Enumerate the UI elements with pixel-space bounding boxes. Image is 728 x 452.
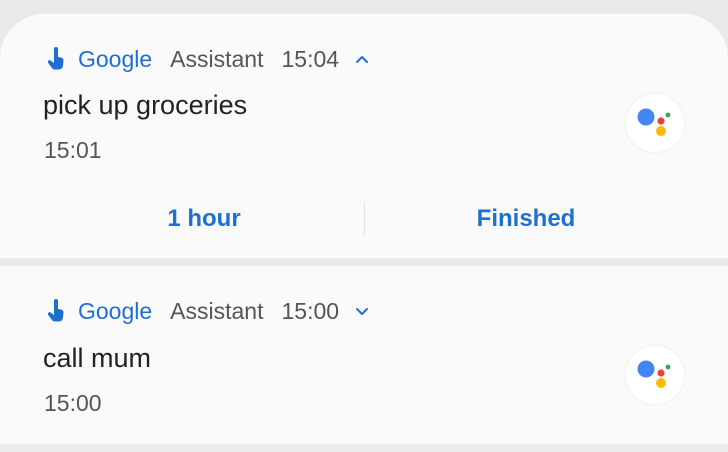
notification-subtime: 15:00 xyxy=(44,390,102,416)
notification-time: 15:00 xyxy=(281,297,340,324)
notification-title: call mum xyxy=(43,343,152,373)
app-name: Google xyxy=(78,297,153,324)
action-divider xyxy=(364,202,365,236)
notification-header: Google Assistant 15:00 xyxy=(44,296,371,326)
notification-card-call-mum[interactable]: Google Assistant 15:00 call mum 15:00 xyxy=(0,266,728,444)
notification-subtext: Assistant xyxy=(170,297,264,324)
notification-actions: 1 hour Finished xyxy=(0,194,728,244)
hand-pointer-icon xyxy=(44,298,68,324)
notification-card-pick-up-groceries[interactable]: Google Assistant 15:04 pick up groceries… xyxy=(0,14,728,258)
chevron-up-icon[interactable] xyxy=(353,50,371,68)
notification-subtime: 15:01 xyxy=(44,137,102,163)
notification-header: Google Assistant 15:04 xyxy=(44,44,371,74)
chevron-down-icon[interactable] xyxy=(353,302,371,320)
google-assistant-icon xyxy=(626,346,684,404)
notification-subtext: Assistant xyxy=(170,45,264,72)
app-name: Google xyxy=(78,45,153,72)
hand-pointer-icon xyxy=(44,46,68,72)
notification-title: pick up groceries xyxy=(43,90,248,120)
snooze-1-hour-button[interactable]: 1 hour xyxy=(126,194,282,244)
google-assistant-icon xyxy=(626,94,684,152)
finished-button[interactable]: Finished xyxy=(450,194,602,244)
notification-time: 15:04 xyxy=(281,45,340,72)
list-divider xyxy=(0,444,728,452)
